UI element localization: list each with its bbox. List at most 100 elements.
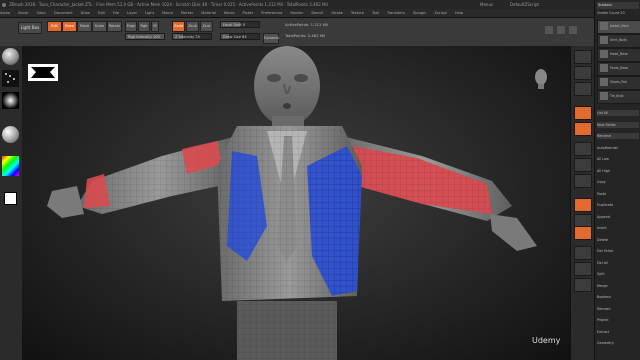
panel-action-geometry[interactable]: Geometry [597,340,639,346]
ghost-icon[interactable] [574,278,592,292]
subtool-header[interactable]: Subtool [597,2,639,9]
edit-mode-button[interactable]: Edit [47,21,62,32]
polyframe-icon[interactable] [574,226,592,240]
lightbox-button[interactable]: Light Box [18,22,42,34]
model-thumbnail [532,68,550,90]
menu-item-preferences[interactable]: Preferences [261,11,282,15]
arrow-left-icon[interactable] [545,26,553,34]
menu-item-picker[interactable]: Picker [243,11,254,15]
menu-item-marker[interactable]: Marker [181,11,193,15]
subtool-item[interactable]: Shoes_Pair [597,76,640,90]
subtool-item[interactable]: Shirt_Body [597,34,640,48]
scale-mode-button[interactable]: Scale [92,21,107,32]
menu-item-layer[interactable]: Layer [127,11,137,15]
menu-item-zplugin[interactable]: Zplugin [413,11,427,15]
zcut-toggle[interactable]: Zcut [200,21,213,32]
panel-action-rename[interactable]: Rename [597,133,639,139]
m-toggle[interactable]: M [151,21,159,32]
solo-icon[interactable] [574,262,592,276]
stroke-dots-icon[interactable] [2,70,19,87]
panel-action-delete[interactable]: Delete [597,237,639,243]
alpha-icon[interactable] [2,92,19,109]
menu-item-render[interactable]: Render [290,11,303,15]
menu-item-movie[interactable]: Movie [224,11,235,15]
move-mode-button[interactable]: Move [77,21,92,32]
menu-item-color[interactable]: Color [37,11,46,15]
panel-action-copy[interactable]: Copy [597,179,639,185]
menu-item-draw[interactable]: Draw [81,11,90,15]
panel-action-del-other[interactable]: Del Other [597,248,639,254]
rotate-mode-button[interactable]: Rotate [107,21,122,32]
menus-toggle[interactable]: Menus [480,0,493,9]
panel-action-new-folder[interactable]: New Folder [597,121,639,128]
z-intensity-slider[interactable]: Z Intensity 25 [172,33,212,40]
panel-action-split[interactable]: Split [597,271,639,277]
folder-icon [600,22,608,30]
frame-icon[interactable] [574,174,592,188]
panel-action-del-all[interactable]: Del All [597,260,639,266]
grid-icon[interactable] [569,26,577,34]
subtool-item[interactable]: Jacket_Main [597,20,640,34]
panel-action-list-all[interactable]: List All [597,110,639,116]
zadd-toggle[interactable]: Zadd [172,21,185,32]
default-script[interactable]: DefaultZScript [510,0,539,9]
mrgb-toggle[interactable]: Mrgb [125,21,137,32]
panel-action-duplicate[interactable]: Duplicate [597,202,639,208]
menu-item-help[interactable]: Help [455,11,463,15]
menu-item-tool[interactable]: Tool [372,11,379,15]
panel-action-boolean[interactable]: Boolean [597,294,639,300]
folder-icon [600,64,608,72]
panel-action-all-high[interactable]: All High [597,168,639,174]
draw-mode-button[interactable]: Draw [62,21,77,32]
menu-item-brush[interactable]: Brush [18,11,28,15]
spix-icon[interactable] [574,66,592,80]
draw-size-slider[interactable]: Draw Size 64 [220,33,260,40]
subtool-item[interactable]: Head_Base [597,48,640,62]
rgb-intensity-slider[interactable]: Rgb Intensity 100 [125,33,165,40]
main-color-swatch[interactable] [4,192,17,205]
menu-item-alpha[interactable]: Alpha [0,11,10,15]
dynamic-toggle[interactable]: Dynamic [263,33,279,44]
panel-action-append[interactable]: Append [597,214,639,220]
focal-shift-slider[interactable]: Focal Shift 0 [220,21,260,28]
bpr-icon[interactable] [574,50,592,64]
subtool-item[interactable]: Tie_Knot [597,90,640,104]
subtool-item[interactable]: Pants_Base [597,62,640,76]
menu-item-stencil[interactable]: Stencil [311,11,323,15]
material-icon[interactable] [2,126,19,143]
menu-item-texture[interactable]: Texture [351,11,364,15]
menu-item-macro[interactable]: Macro [162,11,173,15]
panel-action-merge[interactable]: Merge [597,283,639,289]
xyz-icon[interactable] [574,158,592,172]
window-title: ZBrush 2018 · Toon_Character_Jacket.ZTL … [9,2,328,7]
zoom-icon[interactable] [574,82,592,96]
rgb-toggle[interactable]: Rgb [138,21,150,32]
move-icon[interactable] [574,198,592,212]
window-icon [2,3,6,7]
panel-action-insert[interactable]: Insert [597,225,639,231]
color-picker-icon[interactable] [2,156,19,176]
panel-action-remesh[interactable]: Remesh [597,306,639,312]
viewport-canvas[interactable]: Udemy [22,46,570,360]
panel-action-autoreorder[interactable]: AutoReorder [597,145,639,151]
floor-icon[interactable] [574,122,592,136]
perspective-icon[interactable] [574,106,592,120]
menu-item-stroke[interactable]: Stroke [331,11,342,15]
local-icon[interactable] [574,142,592,156]
menu-item-transform[interactable]: Transform [387,11,405,15]
panel-action-paste[interactable]: Paste [597,191,639,197]
zsub-toggle[interactable]: Zsub [186,21,199,32]
brush-standard-icon[interactable] [2,48,19,65]
transp-icon[interactable] [574,246,592,260]
panel-action-extract[interactable]: Extract [597,329,639,335]
panel-action-project[interactable]: Project [597,317,639,323]
arrow-right-icon[interactable] [557,26,565,34]
menu-item-file[interactable]: File [113,11,119,15]
menu-item-edit[interactable]: Edit [98,11,105,15]
panel-action-all-low[interactable]: All Low [597,156,639,162]
subtool-label: Pants_Base [610,66,629,70]
menu-item-document[interactable]: Document [54,11,73,15]
menu-item-zscript[interactable]: Zscript [434,11,446,15]
menu-item-material[interactable]: Material [201,11,216,15]
menu-item-light[interactable]: Light [145,11,154,15]
